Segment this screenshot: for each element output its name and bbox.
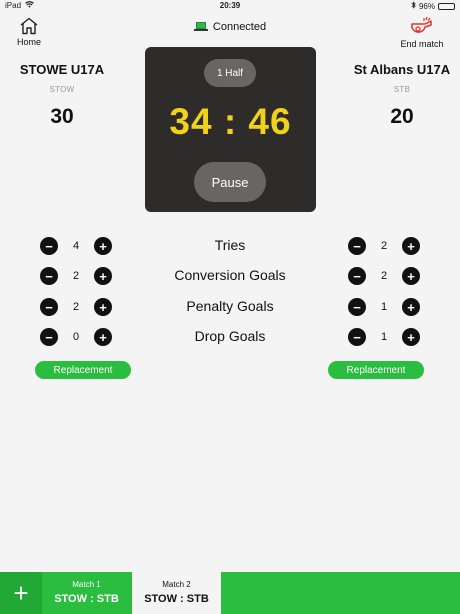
away-tries-minus-button[interactable]: − (348, 237, 366, 255)
away-penalty-count: 1 (380, 301, 388, 313)
stat-row-tries: − 4 + Tries − 2 + (0, 236, 460, 256)
tab-match-1[interactable]: Match 1 STOW : STB (42, 572, 131, 614)
half-button[interactable]: 1 Half (204, 59, 256, 87)
home-label: Home (16, 37, 41, 47)
away-team-score: 20 (390, 105, 414, 128)
away-team: St Albans U17A STB 20 (332, 62, 460, 129)
away-drop-plus-button[interactable]: + (402, 328, 420, 346)
connection-status: Connected (0, 21, 460, 33)
end-match-button[interactable]: End match (396, 15, 448, 49)
laptop-icon (193, 22, 208, 32)
battery-percent: 96% (418, 1, 435, 11)
away-team-name: St Albans U17A (353, 62, 451, 77)
match-tab-bar: + Match 1 STOW : STB Match 2 STOW : STB (0, 572, 460, 614)
tab-match-1-teams: STOW : STB (54, 593, 119, 605)
home-drop-count: 0 (72, 331, 80, 343)
away-drop-control: − 1 + (348, 327, 420, 347)
tab-match-2-name: Match 2 (162, 580, 191, 589)
away-penalty-control: − 1 + (348, 297, 420, 317)
stat-label-drop-goals: Drop Goals (194, 328, 266, 344)
home-team-abbr: STOW (49, 85, 75, 94)
home-drop-minus-button[interactable]: − (40, 328, 58, 346)
connection-label: Connected (212, 21, 267, 33)
away-conversion-control: − 2 + (348, 266, 420, 286)
away-penalty-plus-button[interactable]: + (402, 298, 420, 316)
home-drop-control: − 0 + (40, 327, 112, 347)
stat-label-conversion-goals: Conversion Goals (174, 267, 286, 283)
home-conversion-plus-button[interactable]: + (94, 267, 112, 285)
stat-label-penalty-goals: Penalty Goals (186, 298, 274, 314)
away-team-abbr: STB (393, 85, 411, 94)
away-drop-count: 1 (380, 331, 388, 343)
stat-row-penalty-goals: − 2 + Penalty Goals − 1 + (0, 297, 460, 317)
home-drop-plus-button[interactable]: + (94, 328, 112, 346)
pause-button[interactable]: Pause (194, 162, 266, 202)
home-penalty-control: − 2 + (40, 297, 112, 317)
home-conversion-minus-button[interactable]: − (40, 267, 58, 285)
home-team-name: STOWE U17A (19, 62, 105, 77)
stat-row-drop-goals: − 0 + Drop Goals − 1 + (0, 327, 460, 347)
home-tries-plus-button[interactable]: + (94, 237, 112, 255)
away-penalty-minus-button[interactable]: − (348, 298, 366, 316)
whistle-icon (396, 15, 448, 37)
match-clock-panel: 1 Half 34 : 46 Pause (145, 47, 316, 212)
status-bar: iPad 20:39 96% (0, 0, 460, 12)
home-penalty-count: 2 (72, 301, 80, 313)
stat-row-conversion-goals: − 2 + Conversion Goals − 2 + (0, 266, 460, 286)
home-team: STOWE U17A STOW 30 (0, 62, 132, 129)
tab-match-1-name: Match 1 (72, 580, 101, 589)
away-drop-minus-button[interactable]: − (348, 328, 366, 346)
battery-icon (438, 2, 455, 10)
away-tries-control: − 2 + (348, 236, 420, 256)
away-conversion-count: 2 (380, 270, 388, 282)
away-tries-plus-button[interactable]: + (402, 237, 420, 255)
home-team-score: 30 (50, 105, 74, 128)
tab-match-2[interactable]: Match 2 STOW : STB (132, 572, 221, 614)
home-tries-minus-button[interactable]: − (40, 237, 58, 255)
status-time: 20:39 (219, 1, 241, 10)
home-tries-control: − 4 + (40, 236, 112, 256)
home-tries-count: 4 (72, 240, 80, 252)
home-penalty-plus-button[interactable]: + (94, 298, 112, 316)
end-match-label: End match (400, 39, 444, 49)
tab-match-2-teams: STOW : STB (144, 593, 209, 605)
home-conversion-count: 2 (72, 270, 80, 282)
status-right: 96% (411, 1, 455, 11)
match-clock: 34 : 46 (169, 101, 292, 142)
home-replacement-button[interactable]: Replacement (35, 361, 131, 379)
away-conversion-minus-button[interactable]: − (348, 267, 366, 285)
home-conversion-control: − 2 + (40, 266, 112, 286)
bluetooth-icon (411, 1, 416, 11)
away-replacement-button[interactable]: Replacement (328, 361, 424, 379)
away-tries-count: 2 (380, 240, 388, 252)
home-penalty-minus-button[interactable]: − (40, 298, 58, 316)
add-match-button[interactable]: + (0, 572, 42, 614)
away-conversion-plus-button[interactable]: + (402, 267, 420, 285)
stat-label-tries: Tries (214, 237, 246, 253)
